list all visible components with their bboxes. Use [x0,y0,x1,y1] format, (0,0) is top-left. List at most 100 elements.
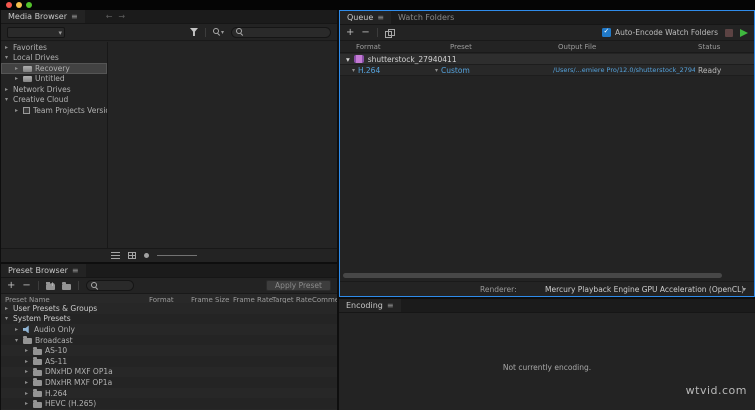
tree-item-label: Recovery [35,63,70,73]
tree-item-label: DNxHR MXF OP1a [45,377,113,387]
preset-dropdown[interactable]: Custom [435,66,545,75]
drive-icon [23,65,32,72]
preset-tree-item-as-10[interactable]: AS-10 [1,345,337,356]
chevron-right-icon[interactable] [15,75,23,82]
folder-icon [23,336,32,345]
duplicate-button[interactable] [384,28,395,38]
tab-media-browser[interactable]: Media Browser [1,10,85,23]
horizontal-scrollbar[interactable] [343,273,726,279]
preset-tree-item-dnxhr-mxf-op1a[interactable]: DNxHR MXF OP1a [1,377,337,388]
chevron-right-icon[interactable] [15,326,23,333]
preset-tree-item-hevc-h-265[interactable]: HEVC (H.265) [1,398,337,409]
chevron-right-icon[interactable] [5,44,13,51]
directory-dropdown[interactable] [7,26,65,38]
preset-browser-tree: User Presets & GroupsSystem PresetsAudio… [1,303,337,410]
zoom-slider-track[interactable] [157,255,197,256]
create-group-button[interactable] [45,280,55,290]
preset-browser-panel: Preset Browser Apply Preset Preset Name … [1,264,337,410]
preset-tree-item-dnxhd-mxf-op1a[interactable]: DNxHD MXF OP1a [1,366,337,378]
panel-menu-icon[interactable] [72,266,79,275]
chevron-right-icon[interactable] [25,358,33,365]
chevron-right-icon[interactable] [25,347,33,354]
stop-queue-button[interactable] [725,28,733,37]
media-tree-item-untitled[interactable]: Untitled [1,74,107,85]
queue-tabbar: Queue Watch Folders [340,11,754,25]
chevron-right-icon[interactable] [15,65,23,72]
search-icon [90,281,99,290]
renderer-dropdown[interactable]: Mercury Playback Engine GPU Acceleration… [545,285,744,294]
chevron-down-icon[interactable] [346,55,350,64]
tree-item-label: User Presets & Groups [13,303,98,313]
chevron-down-icon[interactable] [435,67,438,74]
chevron-right-icon[interactable] [15,107,23,114]
chevron-right-icon[interactable] [5,305,13,312]
chevron-down-icon[interactable] [5,315,13,322]
tab-preset-browser[interactable]: Preset Browser [1,264,86,277]
tree-item-label: Local Drives [13,53,59,63]
media-tree-item-favorites[interactable]: Favorites [1,42,107,53]
tab-queue[interactable]: Queue [340,11,391,24]
media-browser-tree: FavoritesLocal DrivesRecoveryUntitledNet… [1,42,108,248]
media-tree-item-network-drives[interactable]: Network Drives [1,84,107,95]
chevron-down-icon[interactable] [352,67,355,74]
thumbnail-view-icon[interactable] [128,252,136,259]
apply-preset-button[interactable]: Apply Preset [266,280,331,291]
output-file-link[interactable]: /Users/...emiere Pro/12.0/shutterstock_2… [553,66,695,74]
tree-item-label: Untitled [35,74,65,84]
media-search-input[interactable] [231,26,331,38]
chevron-right-icon[interactable] [25,379,33,386]
auto-encode-checkbox[interactable] [601,27,611,37]
add-source-button[interactable] [346,28,354,38]
queue-source-row[interactable]: shutterstock_27940411 [340,54,754,65]
folder-icon [33,367,42,376]
chevron-right-icon[interactable] [5,86,13,93]
tree-item-label: AS-10 [45,346,68,356]
chevron-right-icon[interactable] [25,400,33,407]
remove-source-button[interactable] [361,28,369,38]
scrollbar-thumb[interactable] [343,273,723,278]
zoom-window-button[interactable] [26,2,32,8]
preset-tree-item-audio-only[interactable]: Audio Only [1,324,337,335]
preset-tree-item-broadcast[interactable]: Broadcast [1,335,337,346]
list-view-icon[interactable] [111,252,120,259]
chevron-right-icon[interactable] [25,390,33,397]
preset-browser-toolbar: Apply Preset [1,278,337,294]
import-preset-button[interactable] [61,281,71,290]
auto-encode-toggle[interactable]: Auto-Encode Watch Folders [601,27,718,37]
start-queue-button[interactable] [740,28,748,37]
preset-tree-item-user-presets-groups[interactable]: User Presets & Groups [1,303,337,314]
chevron-down-icon[interactable] [5,96,13,103]
panel-menu-icon[interactable] [71,12,78,21]
delete-preset-button[interactable] [22,281,30,291]
output-file-path: /Users/...emiere Pro/12.0/shutterstock_2… [553,66,695,74]
filter-funnel-icon[interactable] [189,28,198,36]
media-tree-item-creative-cloud[interactable]: Creative Cloud [1,95,107,106]
chevron-down-icon[interactable] [15,337,23,344]
create-preset-button[interactable] [7,281,15,291]
media-tree-item-local-drives[interactable]: Local Drives [1,53,107,64]
panel-menu-icon[interactable] [387,301,394,310]
preset-tree-item-system-presets[interactable]: System Presets [1,314,337,325]
queue-toolbar: Auto-Encode Watch Folders [340,25,754,41]
panel-menu-icon[interactable] [377,13,384,22]
media-tree-item-recovery[interactable]: Recovery [1,63,107,74]
preset-tree-item-h-264[interactable]: H.264 [1,387,337,399]
media-tree-item-team-projects-versions[interactable]: Team Projects Versions [1,105,107,116]
chevron-down-icon[interactable] [5,54,13,61]
tab-encoding[interactable]: Encoding [339,299,401,312]
back-arrow-icon[interactable]: ← [103,10,116,23]
chevron-down-icon[interactable] [743,285,746,293]
preset-search-input[interactable] [85,280,134,291]
file-type-filter-icon[interactable] [212,27,224,38]
close-window-button[interactable] [6,2,12,8]
preset-browser-title: Preset Browser [8,266,68,275]
forward-arrow-icon[interactable]: → [115,10,128,23]
minimize-window-button[interactable] [16,2,22,8]
queue-output-row[interactable]: H.264 Custom/Users/...emiere Pro/12.0/shu… [340,65,754,76]
media-browser-bottombar [1,248,337,262]
format-dropdown[interactable]: H.264 [352,66,434,75]
zoom-slider-knob[interactable] [144,253,149,258]
preset-tree-item-as-11[interactable]: AS-11 [1,356,337,367]
chevron-right-icon[interactable] [25,368,33,375]
tab-watch-folders[interactable]: Watch Folders [391,11,461,24]
